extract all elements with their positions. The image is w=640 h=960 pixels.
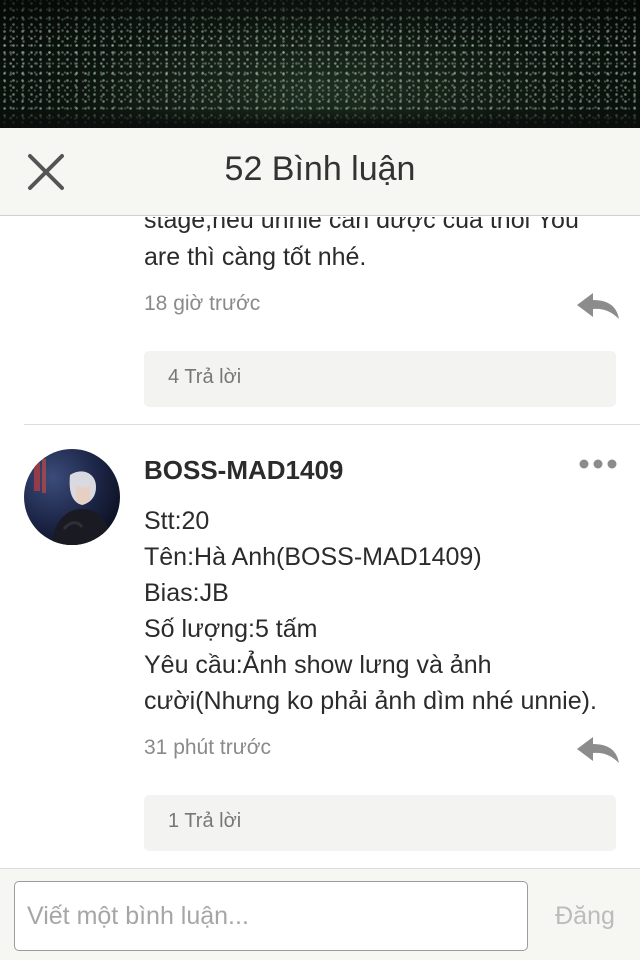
- page-title: 52 Bình luận: [224, 150, 416, 188]
- comment-input[interactable]: [14, 881, 528, 951]
- comment-text-line: Bias:JB: [144, 579, 229, 607]
- reply-button[interactable]: [575, 289, 621, 321]
- comment-divider: [24, 424, 640, 425]
- more-options-button[interactable]: [574, 452, 622, 476]
- post-button[interactable]: Đăng: [540, 881, 630, 951]
- comment-list[interactable]: stage,nếu unnie cần được của thôi You ar…: [0, 217, 640, 868]
- view-replies-button[interactable]: 4 Trả lời: [144, 351, 616, 407]
- reply-icon: [577, 293, 619, 319]
- comment-text-line: cười(Nhưng ko phải ảnh dìm nhé unnie).: [144, 687, 597, 715]
- comment-text-line: Stt:20: [144, 507, 210, 535]
- comment-text-line: stage,nếu unnie cần được của thôi You: [144, 217, 579, 234]
- replies-count-label: 1 Trả lời: [168, 810, 242, 832]
- comment-text-line: Yêu cầu:Ảnh show lưng và ảnh: [144, 651, 492, 679]
- more-dots-icon: [579, 459, 617, 469]
- comment-text-line: Tên:Hà Anh(BOSS-MAD1409): [144, 543, 482, 571]
- replies-count-label: 4 Trả lời: [168, 366, 242, 388]
- comment-composer: Đăng: [0, 868, 640, 960]
- comment-timestamp: 31 phút trước: [144, 736, 272, 759]
- comment-text-line: are thì càng tốt nhé.: [144, 243, 367, 271]
- reply-button[interactable]: [575, 733, 621, 765]
- comment-text-line: Số lượng:5 tấm: [144, 615, 318, 643]
- comment-username[interactable]: BOSS-MAD1409: [144, 455, 343, 486]
- view-replies-button[interactable]: 1 Trả lời: [144, 795, 616, 851]
- background-concert-photo: [0, 0, 640, 128]
- avatar[interactable]: [24, 449, 120, 545]
- reply-icon: [577, 737, 619, 763]
- comments-header: 52 Bình luận: [0, 128, 640, 216]
- user-avatar-image: [24, 449, 120, 545]
- comment-timestamp: 18 giờ trước: [144, 292, 261, 315]
